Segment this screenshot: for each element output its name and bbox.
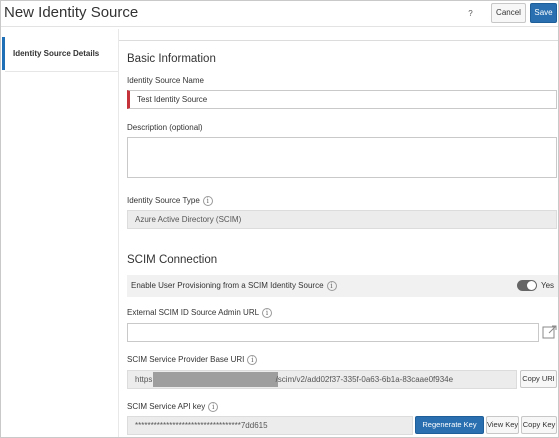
sidebar-item-identity-source-details[interactable]: Identity Source Details (2, 37, 118, 70)
base-uri-suffix: /scim/v2/add02f37-335f-0a63-6b1a-83caae0… (275, 375, 454, 384)
provisioning-state-label: Yes (541, 281, 555, 290)
toggle-knob (527, 281, 536, 290)
admin-url-input[interactable] (127, 323, 539, 342)
external-link-icon[interactable] (542, 325, 557, 339)
info-icon[interactable]: i (208, 402, 219, 412)
sidebar-divider (5, 71, 118, 72)
provisioning-label: Enable User Provisioning from a SCIM Ide… (131, 281, 337, 291)
basic-information-heading: Basic Information (127, 53, 216, 65)
scim-connection-heading: SCIM Connection (127, 254, 218, 266)
api-key-label-text: SCIM Service API key (127, 402, 206, 412)
copy-key-button[interactable]: Copy Key (521, 416, 557, 434)
description-textarea[interactable] (127, 137, 557, 178)
header: New Identity Source ? Cancel Save (1, 1, 558, 27)
info-icon[interactable]: i (202, 196, 213, 206)
copy-uri-button[interactable]: Copy URI (520, 370, 557, 388)
identity-source-type-label: Identity Source Type i (127, 196, 213, 206)
base-uri-label: SCIM Service Provider Base URI i (127, 355, 258, 365)
save-button[interactable]: Save (530, 3, 557, 23)
page-title: New Identity Source (4, 4, 139, 21)
provisioning-label-text: Enable User Provisioning from a SCIM Ide… (131, 281, 324, 291)
view-key-button[interactable]: View Key (486, 416, 519, 434)
content-top-divider (119, 40, 558, 41)
base-uri-field: https:/scim/v2/add02f37-335f-0a63-6b1a-8… (127, 370, 517, 389)
regenerate-key-button[interactable]: Regenerate Key (415, 416, 484, 434)
info-icon[interactable]: i (326, 281, 337, 291)
cancel-button[interactable]: Cancel (491, 3, 526, 23)
api-key-label: SCIM Service API key i (127, 402, 219, 412)
api-key-field: **********************************7dd615 (127, 416, 413, 435)
identity-source-type-label-text: Identity Source Type (127, 196, 200, 206)
provisioning-row: Enable User Provisioning from a SCIM Ide… (127, 275, 558, 297)
info-icon[interactable]: i (247, 355, 258, 365)
help-icon[interactable]: ? (464, 7, 477, 20)
sidebar-item-label: Identity Source Details (13, 49, 100, 58)
base-uri-label-text: SCIM Service Provider Base URI (127, 355, 245, 365)
info-icon[interactable]: i (262, 308, 273, 318)
identity-source-type-field: Azure Active Directory (SCIM) (127, 210, 557, 229)
admin-url-label: External SCIM ID Source Admin URL i (127, 308, 273, 318)
admin-url-label-text: External SCIM ID Source Admin URL (127, 308, 260, 318)
description-label: Description (optional) (127, 123, 203, 132)
identity-source-name-label: Identity Source Name (127, 76, 204, 85)
identity-source-name-input[interactable]: Test Identity Source (127, 90, 557, 109)
redacted-block (152, 372, 278, 388)
identity-source-window: New Identity Source ? Cancel Save Identi… (0, 0, 559, 438)
provisioning-toggle[interactable] (517, 280, 537, 291)
